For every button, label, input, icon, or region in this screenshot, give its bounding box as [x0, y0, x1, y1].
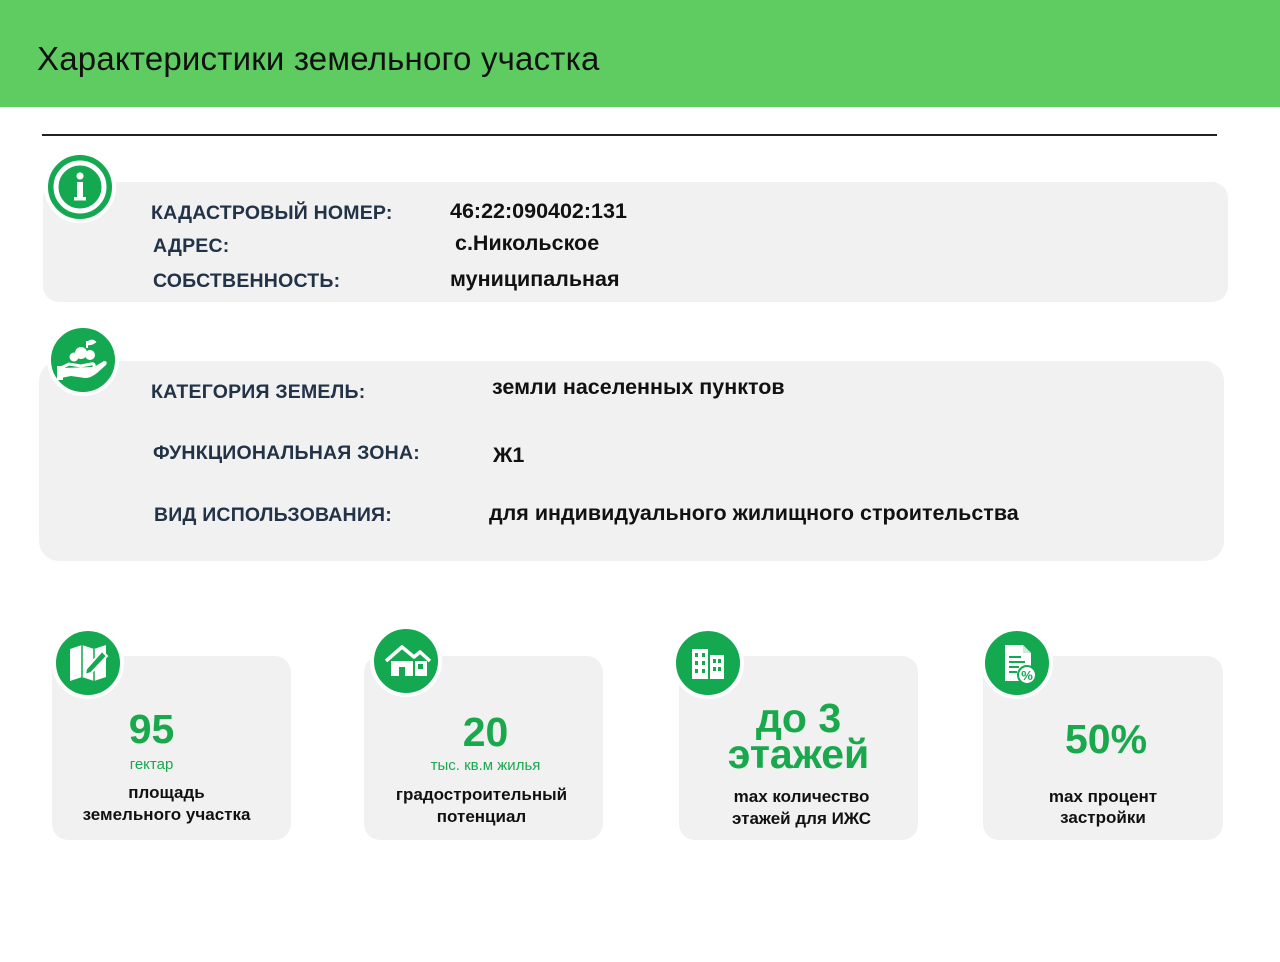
ownership-label: СОБСТВЕННОСТЬ: [153, 270, 341, 292]
floors-desc-line1: max количество [733, 787, 870, 806]
area-value: 95 [128, 706, 175, 752]
map-pencil-icon [52, 627, 124, 699]
address-label: АДРЕС: [153, 235, 230, 257]
usage-type-value: для индивидуального жилищного строительс… [489, 501, 1019, 525]
floors-value-line2: этажей [727, 731, 870, 777]
area-desc-line2: земельного участка [82, 805, 251, 824]
ownership-value: муниципальная [450, 267, 620, 291]
area-desc-line1: площадь [128, 783, 205, 802]
info-icon [44, 151, 116, 223]
svg-text:%: % [1021, 668, 1033, 683]
floors-desc-line2: этажей для ИЖС [731, 809, 872, 828]
functional-zone-value: Ж1 [493, 443, 525, 467]
potential-unit: тыс. кв.м жилья [430, 757, 541, 774]
land-category-label: КАТЕГОРИЯ ЗЕМЕЛЬ: [151, 381, 366, 403]
area-unit: гектар [129, 756, 174, 773]
coverage-value: 50% [1064, 716, 1148, 762]
header-bar: Характеристики земельного участка [0, 0, 1280, 107]
divider [42, 134, 1217, 136]
cadastral-number-label: КАДАСТРОВЫЙ НОМЕР: [151, 202, 393, 224]
buildings-icon [672, 627, 744, 699]
houses-icon [370, 625, 442, 697]
usage-type-label: ВИД ИСПОЛЬЗОВАНИЯ: [154, 504, 392, 526]
potential-desc-line1: градостроительный [395, 785, 568, 804]
address-value: с.Никольское [455, 231, 600, 255]
potential-value: 20 [462, 709, 509, 755]
potential-desc-line2: потенциал [436, 807, 527, 826]
coverage-desc-line1: max процент [1048, 787, 1158, 806]
page-title: Характеристики земельного участка [37, 40, 600, 77]
land-category-value: земли населенных пунктов [492, 375, 785, 399]
cadastral-number-value: 46:22:090402:131 [450, 199, 627, 223]
functional-zone-label: ФУНКЦИОНАЛЬНАЯ ЗОНА: [153, 442, 420, 464]
document-percent-icon: % [981, 627, 1053, 699]
hand-land-icon [47, 324, 119, 396]
coverage-desc-line2: застройки [1060, 808, 1146, 827]
